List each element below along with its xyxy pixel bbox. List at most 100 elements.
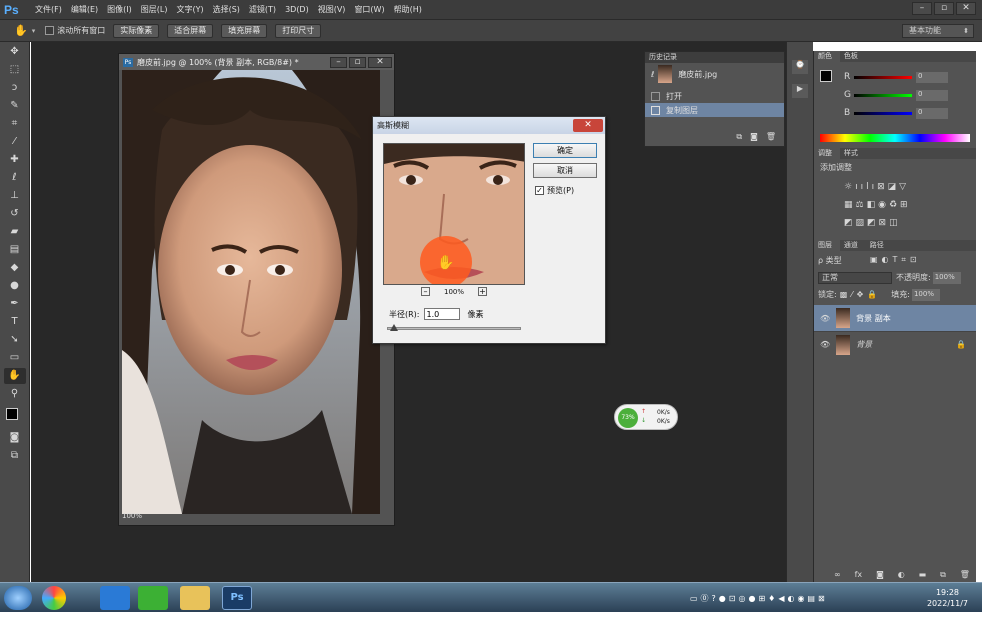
cancel-button[interactable]: 取消 xyxy=(533,163,597,178)
dialog-close-button[interactable]: ✕ xyxy=(573,119,603,132)
trash-icon[interactable]: 🗑 xyxy=(960,570,970,580)
dodge-tool-icon[interactable]: ● xyxy=(4,278,26,294)
radius-input[interactable] xyxy=(423,308,460,320)
layer-name[interactable]: 背景 副本 xyxy=(856,313,891,324)
eye-icon[interactable]: 👁 xyxy=(820,340,830,349)
adjustment-layer-icon[interactable]: ◐ xyxy=(898,570,905,580)
tool-preset-dropdown-icon[interactable]: ▾ xyxy=(32,27,36,35)
taskbar-app-wechat[interactable] xyxy=(138,586,168,610)
dialog-preview-area[interactable]: ✋ xyxy=(383,143,525,285)
taskbar-clock[interactable]: 19:28 2022/11/7 xyxy=(927,587,968,609)
screen-mode-icon[interactable]: ⧉ xyxy=(4,448,26,464)
lock-icons[interactable]: ▩⁄✥🔒 xyxy=(840,290,882,299)
quick-select-tool-icon[interactable]: ✎ xyxy=(4,98,26,114)
eye-icon[interactable]: 👁 xyxy=(820,314,830,323)
preview-checkbox[interactable]: ✓ xyxy=(535,186,544,195)
camera-icon[interactable]: ◙ xyxy=(750,132,758,142)
mask-icon[interactable]: ◙ xyxy=(876,570,884,580)
selective-color-icon[interactable]: ◫ xyxy=(889,218,901,228)
hue-saturation-icon[interactable]: ▦ xyxy=(844,200,856,210)
tab-swatches[interactable]: 色板 xyxy=(839,51,976,62)
red-value[interactable]: 0 xyxy=(916,71,948,83)
posterize-icon[interactable]: ▨ xyxy=(856,218,868,228)
history-item-duplicate-layer[interactable]: 复制图层 xyxy=(645,103,784,117)
pen-tool-icon[interactable]: ✒ xyxy=(4,296,26,312)
fit-screen-button[interactable]: 适合屏幕 xyxy=(167,23,214,38)
tab-color[interactable]: 颜色 xyxy=(814,51,840,62)
exposure-icon[interactable]: ◪ xyxy=(888,182,900,192)
actions-panel-icon[interactable]: ▶ xyxy=(792,84,808,98)
scroll-all-checkbox[interactable] xyxy=(45,26,55,35)
marquee-tool-icon[interactable]: ⬚ xyxy=(4,62,26,78)
menu-3d[interactable]: 3D(D) xyxy=(285,5,309,14)
menu-select[interactable]: 选择(S) xyxy=(213,4,240,15)
group-icon[interactable]: ▬ xyxy=(919,570,927,580)
workspace-select[interactable]: 基本功能 ⬍ xyxy=(902,24,974,38)
green-slider[interactable] xyxy=(854,93,912,97)
portrait-photo[interactable] xyxy=(122,70,380,514)
taskbar-app-windows[interactable] xyxy=(100,586,130,610)
ok-button[interactable]: 确定 xyxy=(533,143,597,158)
menu-layer[interactable]: 图层(L) xyxy=(141,4,168,15)
filter-icons[interactable]: ▣◐T⌗⊡ xyxy=(870,255,921,265)
taskbar-app-explorer[interactable] xyxy=(180,586,210,610)
hand-tool-icon[interactable]: ✋ xyxy=(3,368,26,384)
tab-adjustments[interactable]: 调整 xyxy=(814,148,840,159)
fill-input[interactable]: 100% xyxy=(911,288,940,301)
hand-tool-icon[interactable]: ✋ xyxy=(14,24,28,37)
crop-tool-icon[interactable]: ⌗ xyxy=(4,116,26,132)
blue-slider[interactable] xyxy=(854,111,912,115)
menu-help[interactable]: 帮助(H) xyxy=(394,4,422,15)
close-button[interactable]: ✕ xyxy=(956,2,976,15)
tab-layers[interactable]: 图层 xyxy=(814,240,840,251)
color-lookup-icon[interactable]: ⊞ xyxy=(900,200,911,210)
doc-minimize-button[interactable]: – xyxy=(330,56,347,68)
menu-image[interactable]: 图像(I) xyxy=(107,4,132,15)
taskbar-app-photoshop[interactable]: Ps xyxy=(222,586,252,610)
menu-view[interactable]: 视图(V) xyxy=(318,4,346,15)
blur-tool-icon[interactable]: ◆ xyxy=(4,260,26,276)
menu-type[interactable]: 文字(Y) xyxy=(176,4,203,15)
zoom-out-button[interactable]: – xyxy=(420,287,430,296)
fx-icon[interactable]: fx xyxy=(855,570,863,580)
history-item-open[interactable]: 打开 xyxy=(645,89,784,103)
shape-tool-icon[interactable]: ▭ xyxy=(4,350,26,366)
link-icon[interactable]: ∞ xyxy=(834,570,841,580)
radius-slider[interactable] xyxy=(387,324,521,331)
print-size-button[interactable]: 打印尺寸 xyxy=(275,23,322,38)
foreground-color-swatch[interactable] xyxy=(820,70,832,82)
tab-styles[interactable]: 样式 xyxy=(839,148,976,159)
blue-value[interactable]: 0 xyxy=(916,107,948,119)
green-value[interactable]: 0 xyxy=(916,89,948,101)
opacity-input[interactable]: 100% xyxy=(932,271,961,284)
levels-icon[interactable]: ıılı xyxy=(855,182,877,192)
menu-file[interactable]: 文件(F) xyxy=(35,4,62,15)
invert-icon[interactable]: ◩ xyxy=(844,218,856,228)
document-title-bar[interactable]: Ps 磨皮前.jpg @ 100% (背景 副本, RGB/8#) * – ▫ … xyxy=(119,54,394,70)
layer-name[interactable]: 背景 xyxy=(856,339,872,350)
layer-kind-filter[interactable]: ρ 类型 xyxy=(818,255,870,266)
eyedropper-tool-icon[interactable]: ⁄ xyxy=(4,134,26,150)
clone-stamp-tool-icon[interactable]: ⊥ xyxy=(4,188,26,204)
restore-button[interactable]: ▫ xyxy=(934,2,954,15)
gradient-tool-icon[interactable]: ▤ xyxy=(4,242,26,258)
zoom-in-button[interactable]: + xyxy=(478,287,487,296)
layer-row[interactable]: 👁 背景 副本 xyxy=(814,305,976,331)
color-swatches[interactable] xyxy=(4,406,26,428)
new-layer-icon[interactable]: ⧉ xyxy=(940,570,946,580)
healing-brush-tool-icon[interactable]: ✚ xyxy=(4,152,26,168)
trash-icon[interactable]: 🗑 xyxy=(766,132,776,142)
menu-window[interactable]: 窗口(W) xyxy=(354,4,384,15)
layer-row[interactable]: 👁 背景 🔒 xyxy=(814,331,976,357)
network-speed-widget[interactable]: 73% ↑ ↓ 0K/s 0K/s xyxy=(614,404,678,430)
document-zoom-level[interactable]: 100% xyxy=(122,512,142,520)
history-snapshot[interactable]: ℓ 磨皮前.jpg xyxy=(645,63,784,85)
radius-slider-thumb[interactable] xyxy=(390,324,398,331)
taskbar-app-pinwheel[interactable] xyxy=(42,586,66,610)
curves-icon[interactable]: ⊠ xyxy=(877,182,888,192)
dialog-title-bar[interactable]: 高斯模糊 ✕ xyxy=(373,117,605,134)
system-tray[interactable]: ▭⓪?●⊡◎●⊞♦◀◐◉▤⊠ xyxy=(690,593,828,604)
path-select-tool-icon[interactable]: ➘ xyxy=(4,332,26,348)
eraser-tool-icon[interactable]: ▰ xyxy=(4,224,26,240)
move-tool-icon[interactable]: ✥ xyxy=(4,44,26,60)
